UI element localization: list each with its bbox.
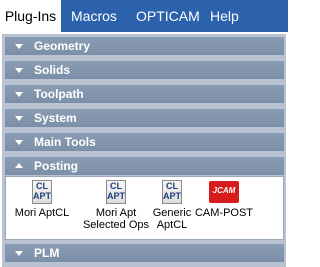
section-label: System [34, 111, 77, 125]
chevron-down-icon [14, 109, 26, 127]
section-plm[interactable]: PLM [5, 244, 284, 262]
menu-opticam[interactable]: OPTICAM [136, 0, 200, 32]
section-label: Solids [34, 63, 71, 77]
section-posting[interactable]: Posting [5, 157, 284, 175]
menu-plug-ins[interactable]: Plug-Ins [0, 0, 61, 32]
section-geometry[interactable]: Geometry [5, 37, 284, 55]
chevron-down-icon [14, 244, 26, 262]
tool-mori-aptcl[interactable]: CL APT Mori AptCL [8, 179, 76, 219]
section-system[interactable]: System [5, 109, 284, 127]
tool-label: CAM-POST [194, 207, 254, 219]
jcam-icon: JCAM [209, 179, 239, 205]
posting-tools: CL APT Mori AptCL CL APT Mori Apt Select… [5, 176, 284, 240]
section-label: Geometry [34, 39, 91, 53]
chevron-down-icon [14, 61, 26, 79]
chevron-down-icon [14, 133, 26, 151]
chevron-down-icon [14, 85, 26, 103]
cl-apt-icon: CL APT [161, 179, 183, 205]
tool-cam-post[interactable]: JCAM CAM-POST [190, 179, 258, 219]
tool-label: Mori AptCL [14, 207, 70, 219]
menu-macros[interactable]: Macros [71, 0, 117, 32]
section-label: Posting [34, 159, 78, 173]
section-label: PLM [34, 246, 60, 260]
cl-apt-icon: CL APT [31, 179, 53, 205]
chevron-down-icon [14, 37, 26, 55]
plugins-panel: Geometry Solids Toolpath System Main Too… [2, 34, 286, 267]
section-main-tools[interactable]: Main Tools [5, 133, 284, 151]
section-label: Toolpath [34, 87, 84, 101]
menu-help[interactable]: Help [210, 0, 239, 32]
cl-apt-icon: CL APT [105, 179, 127, 205]
section-label: Main Tools [34, 135, 96, 149]
menu-bar: Plug-Ins Macros OPTICAM Help [0, 0, 288, 32]
chevron-up-icon [14, 157, 26, 175]
section-solids[interactable]: Solids [5, 61, 284, 79]
section-toolpath[interactable]: Toolpath [5, 85, 284, 103]
